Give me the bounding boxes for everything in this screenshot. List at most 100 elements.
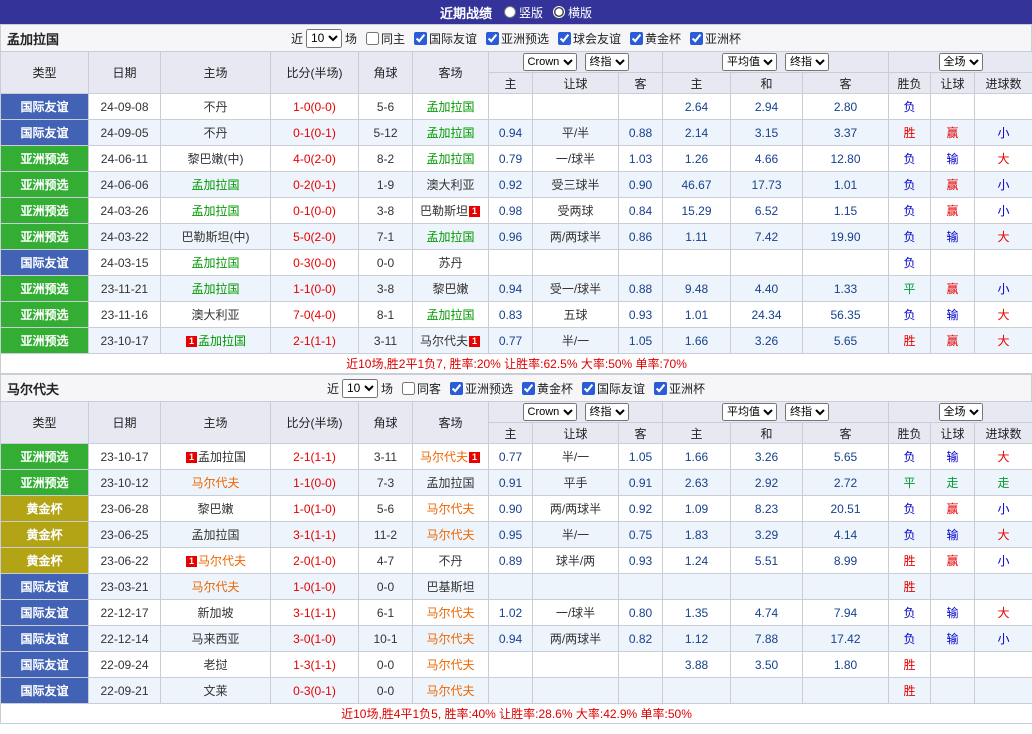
average-odds-select[interactable]: 平均值 [722, 53, 777, 71]
handicap-result-cell: 走 [931, 470, 975, 496]
away-team-cell: 苏丹 [413, 250, 489, 276]
league-filter-checkbox[interactable] [690, 32, 703, 45]
goals-result-cell [975, 94, 1032, 120]
handicap-cell: 平手 [533, 470, 619, 496]
bookmaker-select[interactable]: Crown [523, 403, 577, 421]
date-cell: 22-09-24 [89, 652, 161, 678]
match-scope-select[interactable]: 全场 [939, 53, 983, 71]
score-cell: 2-1(1-1) [271, 328, 359, 354]
team-name-text: 孟加拉国 [191, 204, 239, 218]
league-filter[interactable]: 国际友谊 [408, 30, 477, 47]
date-cell: 23-10-17 [89, 328, 161, 354]
league-filter[interactable]: 黄金杯 [624, 30, 681, 47]
avg-draw-cell: 2.94 [731, 94, 803, 120]
away-team-cell: 孟加拉国 [413, 224, 489, 250]
recent-count-select[interactable]: 10 [342, 379, 378, 398]
score-cell: 1-0(0-0) [271, 94, 359, 120]
away-team-cell: 澳大利亚 [413, 172, 489, 198]
corners-cell: 0-0 [359, 678, 413, 704]
league-cell: 国际友谊 [1, 600, 89, 626]
layout-radio-vertical[interactable]: 竖版 [504, 4, 543, 21]
team-name-text: 马尔代夫 [426, 632, 474, 646]
odds-home-cell: 0.95 [489, 522, 533, 548]
result-cell: 负 [889, 626, 931, 652]
goals-result-cell: 大 [975, 328, 1032, 354]
average-final-select[interactable]: 终指 [785, 53, 829, 71]
league-filter-checkbox[interactable] [450, 382, 463, 395]
home-team-cell: 孟加拉国 [161, 172, 271, 198]
date-cell: 24-03-15 [89, 250, 161, 276]
avg-draw-cell: 24.34 [731, 302, 803, 328]
avg-group-header: 平均值终指 [663, 52, 889, 73]
team-name-text: 黎巴嫩 [197, 502, 233, 516]
avg-away-cell [803, 250, 889, 276]
team-name-text: 马尔代夫 [426, 684, 474, 698]
handicap-result-cell [931, 678, 975, 704]
odds-group-header: Crown 终指 [489, 52, 663, 73]
result-cell: 负 [889, 224, 931, 250]
same-venue-label: 同主 [381, 30, 405, 47]
result-cell: 负 [889, 302, 931, 328]
league-filter[interactable]: 亚洲预选 [480, 30, 549, 47]
avg-draw-cell: 7.42 [731, 224, 803, 250]
league-filter-checkbox[interactable] [582, 382, 595, 395]
handicap-cell [533, 94, 619, 120]
date-cell: 24-09-05 [89, 120, 161, 146]
home-team-cell: 巴勒斯坦(中) [161, 224, 271, 250]
bookmaker-final-select[interactable]: 终指 [585, 53, 629, 71]
league-filter-checkbox[interactable] [558, 32, 571, 45]
league-filter[interactable]: 亚洲预选 [444, 380, 513, 397]
bookmaker-final-select[interactable]: 终指 [585, 403, 629, 421]
same-venue-checkbox[interactable] [402, 382, 415, 395]
league-filter[interactable]: 黄金杯 [516, 380, 573, 397]
match-scope-select[interactable]: 全场 [939, 403, 983, 421]
layout-radio-horizontal[interactable]: 横版 [553, 4, 592, 21]
column-header: 让球 [931, 73, 975, 94]
avg-away-cell: 2.72 [803, 470, 889, 496]
goals-result-cell: 小 [975, 626, 1032, 652]
bookmaker-select[interactable]: Crown [523, 53, 577, 71]
layout-radio-input[interactable] [504, 6, 516, 18]
date-cell: 22-09-21 [89, 678, 161, 704]
home-team-cell: 孟加拉国 [161, 522, 271, 548]
column-header: 进球数 [975, 423, 1032, 444]
corners-cell: 6-1 [359, 600, 413, 626]
same-venue-filter[interactable]: 同客 [396, 380, 441, 397]
corners-cell: 0-0 [359, 574, 413, 600]
league-filter-checkbox[interactable] [414, 32, 427, 45]
average-final-select[interactable]: 终指 [785, 403, 829, 421]
league-filter-checkbox[interactable] [654, 382, 667, 395]
summary-text: 近10场,胜2平1负7, 胜率:20% 让胜率:62.5% 大率:50% 单率:… [1, 354, 1032, 374]
avg-away-cell: 1.80 [803, 652, 889, 678]
average-odds-select[interactable]: 平均值 [722, 403, 777, 421]
layout-radio-input[interactable] [553, 6, 565, 18]
result-cell: 胜 [889, 328, 931, 354]
home-team-cell: 1孟加拉国 [161, 444, 271, 470]
league-filter[interactable]: 国际友谊 [576, 380, 645, 397]
avg-home-cell: 1.11 [663, 224, 731, 250]
league-filter-checkbox[interactable] [522, 382, 535, 395]
league-filter[interactable]: 球会友谊 [552, 30, 621, 47]
home-team-cell: 1孟加拉国 [161, 328, 271, 354]
team-name: 孟加拉国 [7, 29, 59, 48]
home-team-cell: 马来西亚 [161, 626, 271, 652]
league-cell: 国际友谊 [1, 626, 89, 652]
league-cell: 亚洲预选 [1, 224, 89, 250]
date-cell: 24-06-06 [89, 172, 161, 198]
league-filter-checkbox[interactable] [630, 32, 643, 45]
league-filter-checkbox[interactable] [486, 32, 499, 45]
same-venue-checkbox[interactable] [366, 32, 379, 45]
same-venue-filter[interactable]: 同主 [360, 30, 405, 47]
odds-home-cell [489, 250, 533, 276]
league-filter[interactable]: 亚洲杯 [684, 30, 741, 47]
league-cell: 亚洲预选 [1, 470, 89, 496]
results-table: 类型日期主场比分(半场)角球客场Crown终指平均值终指全场主让球客主和客胜负让… [0, 401, 1032, 724]
avg-home-cell: 9.48 [663, 276, 731, 302]
home-team-cell: 1马尔代夫 [161, 548, 271, 574]
recent-count-select[interactable]: 10 [306, 29, 342, 48]
league-filter[interactable]: 亚洲杯 [648, 380, 705, 397]
handicap-result-cell: 赢 [931, 198, 975, 224]
column-header: 角球 [359, 52, 413, 94]
avg-draw-cell: 2.92 [731, 470, 803, 496]
avg-draw-cell: 6.52 [731, 198, 803, 224]
